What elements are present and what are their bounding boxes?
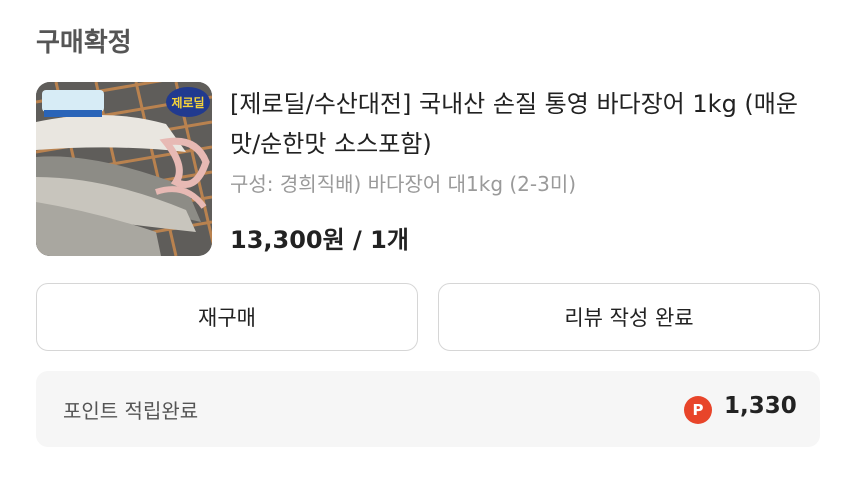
points-panel: 포인트 적립완료 P 1,330: [36, 371, 820, 447]
product-image[interactable]: 제로딜: [36, 82, 212, 256]
product-option: 구성: 경희직배) 바다장어 대1kg (2-3미): [230, 172, 577, 196]
points-label: 포인트 적립완료: [63, 399, 199, 423]
product-price: 13,300원 / 1개: [230, 226, 409, 254]
order-status-title: 구매확정: [36, 28, 132, 58]
image-badge-text: 제로딜: [171, 96, 204, 110]
points-value: 1,330: [724, 393, 797, 419]
review-complete-button[interactable]: 리뷰 작성 완료: [438, 283, 820, 351]
product-title[interactable]: [제로딜/수산대전] 국내산 손질 통영 바다장어 1kg (매운맛/순한맛 소…: [230, 84, 820, 164]
rebuy-button[interactable]: 재구매: [36, 283, 418, 351]
point-icon: P: [684, 396, 712, 424]
